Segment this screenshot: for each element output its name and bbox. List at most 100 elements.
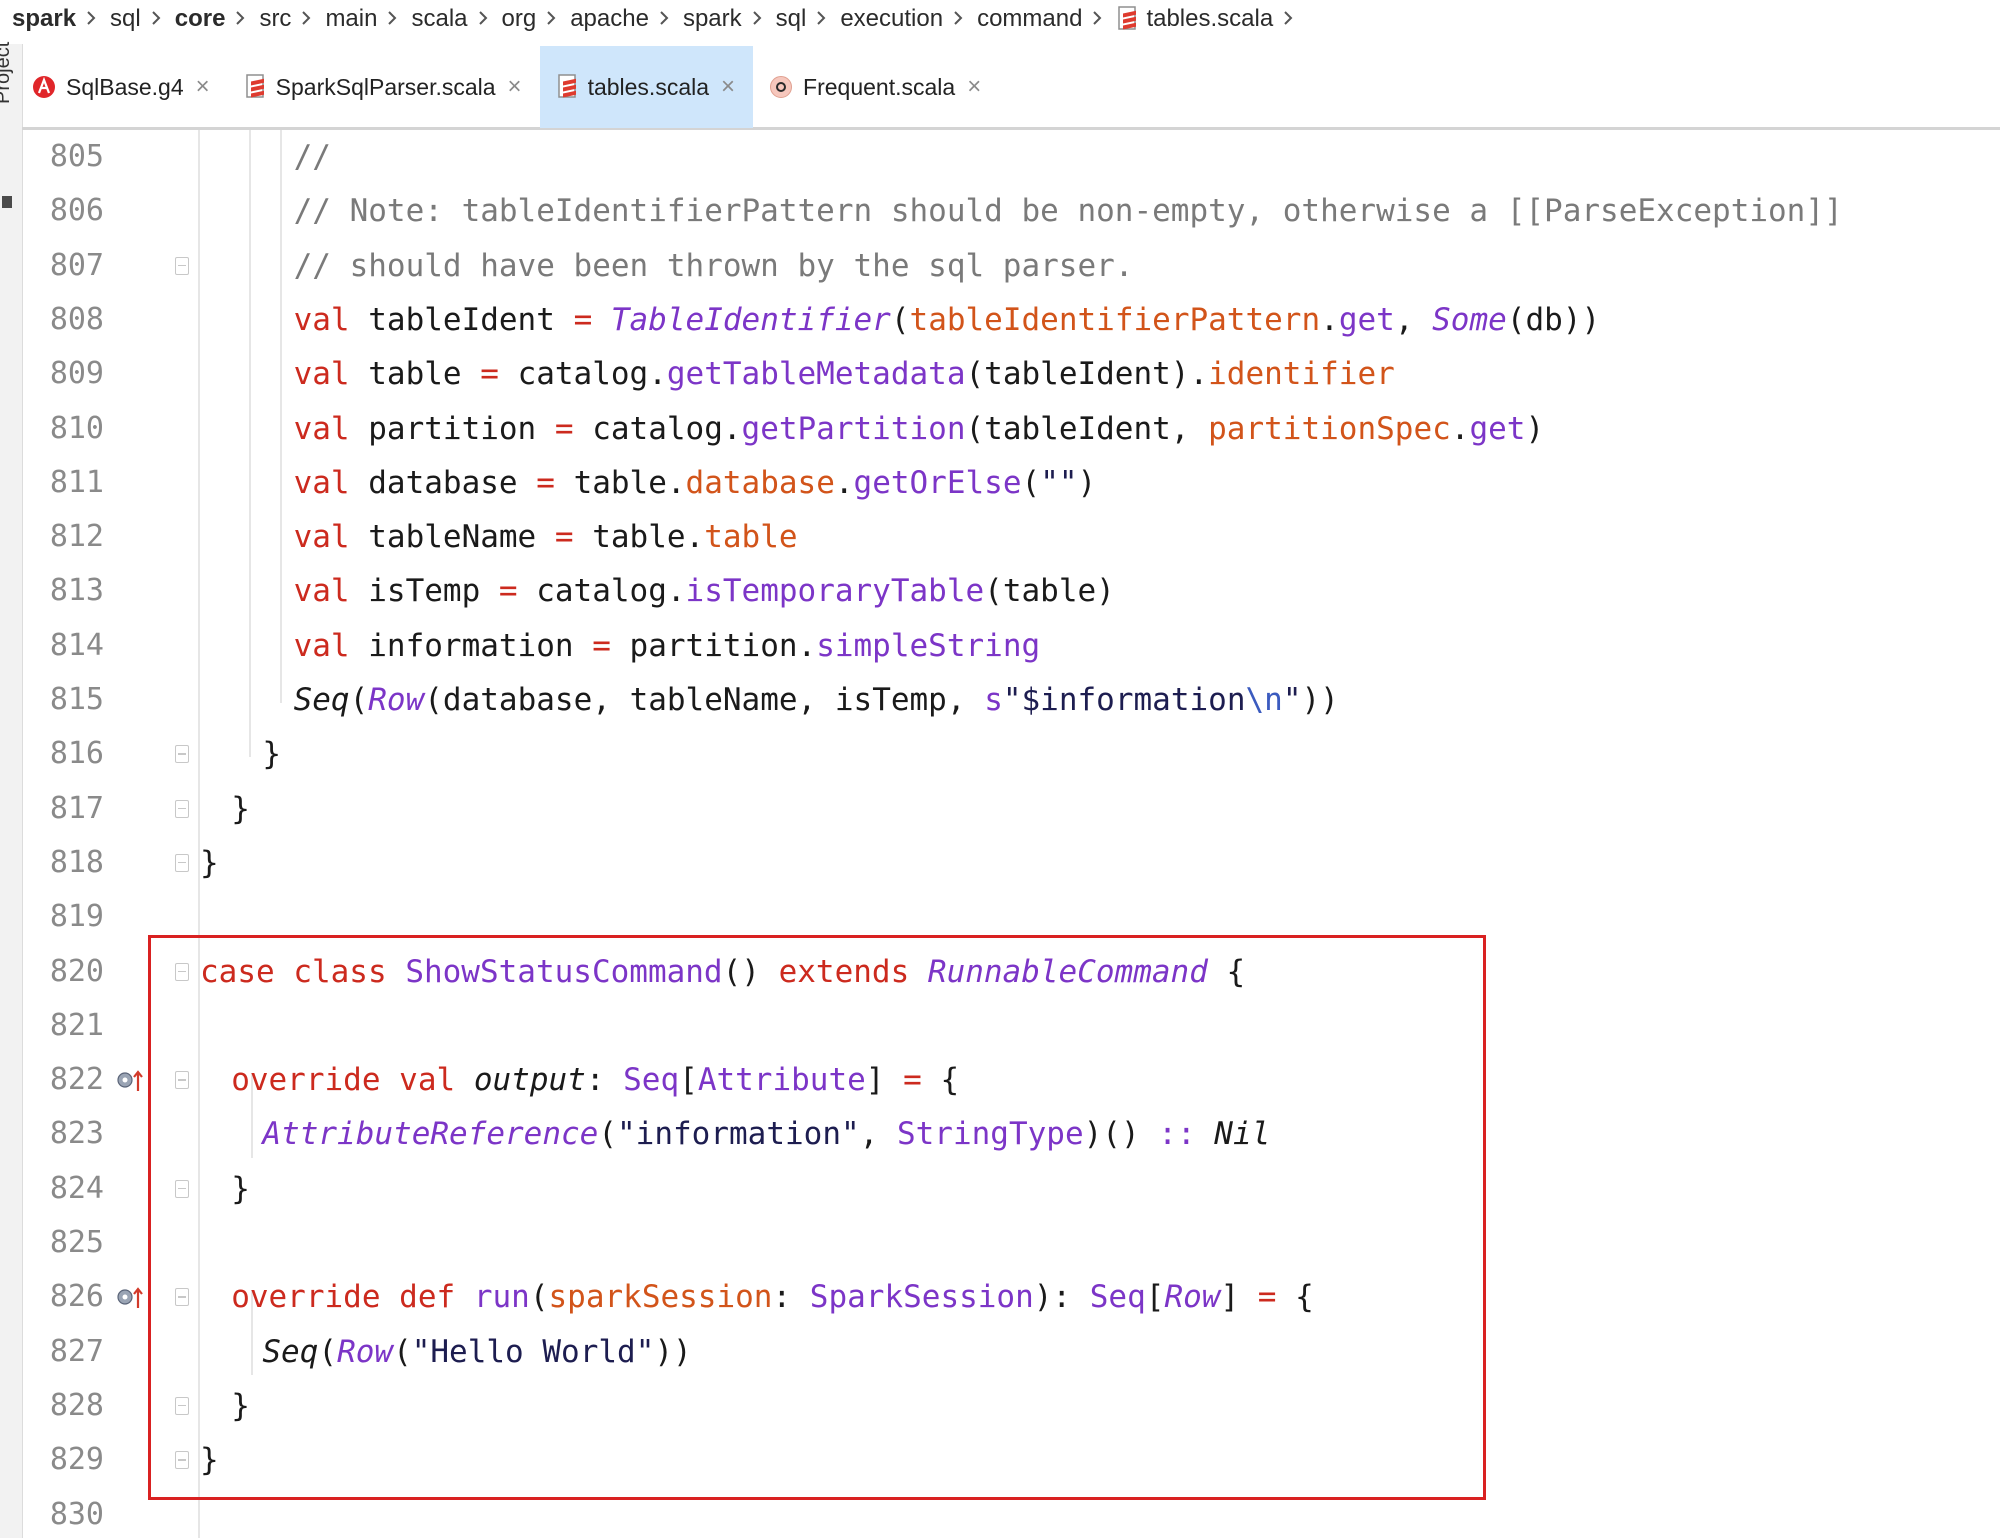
code-line[interactable]: 821 <box>22 999 2000 1053</box>
breadcrumb-label: tables.scala <box>1146 5 1274 32</box>
fold-marker-icon[interactable] <box>175 1179 189 1198</box>
fold-marker-icon[interactable] <box>175 1071 189 1090</box>
line-number: 817 <box>49 790 104 826</box>
tab-label: SparkSqlParser.scala <box>275 73 496 100</box>
code-line[interactable]: 809 val table = catalog.getTableMetadata(… <box>22 347 2000 401</box>
code-token: . <box>834 464 854 501</box>
line-number: 827 <box>49 1333 104 1369</box>
code-line[interactable]: 829} <box>22 1433 2000 1487</box>
code-line[interactable]: 820 case class ShowStatusCommand() extend… <box>22 945 2000 999</box>
code-line[interactable]: 825 <box>22 1216 2000 1270</box>
breadcrumb-label: sql <box>775 5 807 32</box>
code-token: (tableIdent). <box>965 356 1209 393</box>
tab-frequent-scala[interactable]: Frequent.scala × <box>753 46 999 128</box>
breadcrumb-item-core[interactable]: core <box>175 5 226 33</box>
breadcrumb-item-spark[interactable]: spark <box>12 5 76 33</box>
project-tool-label[interactable]: Project <box>0 42 15 104</box>
close-icon[interactable]: × <box>196 73 210 101</box>
code-editor[interactable]: 805 // 806 // Note: tableIdentifierPattern … <box>22 130 2000 1538</box>
code-token: // Note: tableIdentifierPattern should b… <box>293 193 1843 230</box>
breadcrumb-label: core <box>174 5 226 32</box>
code-line[interactable]: 824} <box>22 1162 2000 1216</box>
code-token: = <box>592 627 630 664</box>
code-line[interactable]: 815 Seq(Row(database, tableName, isTemp, … <box>22 673 2000 727</box>
close-icon[interactable]: × <box>721 73 735 101</box>
code-line[interactable]: 806 // Note: tableIdentifierPattern shoul… <box>22 184 2000 238</box>
breadcrumb-item-scala[interactable]: scala <box>411 5 467 33</box>
code-token: // should have been thrown by the sql pa… <box>293 247 1134 284</box>
breadcrumb-label: spark <box>12 5 77 32</box>
project-tool-strip[interactable]: Project <box>0 42 23 1538</box>
close-icon[interactable]: × <box>508 73 522 101</box>
code-token: ( <box>318 1333 338 1370</box>
fold-marker-icon[interactable] <box>175 1288 189 1307</box>
fold-marker-icon[interactable] <box>175 853 189 872</box>
code-token: database <box>368 464 537 501</box>
code-token: Row <box>1164 1279 1221 1316</box>
code-line[interactable]: 807 // should have been thrown by the sql… <box>22 239 2000 293</box>
breadcrumb-item-main[interactable]: main <box>325 5 377 33</box>
code-line[interactable]: 823 AttributeReference("information", Str… <box>22 1107 2000 1161</box>
code-line[interactable]: 817} <box>22 782 2000 836</box>
code-token: sparkSession <box>548 1279 773 1316</box>
breadcrumb-item-command[interactable]: command <box>977 5 1082 33</box>
code-token: Some <box>1432 301 1507 338</box>
breadcrumb-item-sql[interactable]: sql <box>776 5 807 33</box>
code-token: = <box>480 356 518 393</box>
fold-marker-icon[interactable] <box>175 256 189 275</box>
breadcrumb-item-src[interactable]: src <box>259 5 291 33</box>
fold-marker-icon[interactable] <box>175 962 189 981</box>
code-line[interactable]: 818} <box>22 836 2000 890</box>
project-panel-icon[interactable] <box>2 196 12 208</box>
code-line[interactable]: 805 // <box>22 130 2000 184</box>
code-token: catalog. <box>592 410 742 447</box>
code-token: identifier <box>1208 356 1395 393</box>
tab-label: tables.scala <box>587 73 710 100</box>
code-line[interactable]: 828} <box>22 1379 2000 1433</box>
code-token: } <box>231 1387 250 1424</box>
code-token: partition <box>368 410 555 447</box>
code-line[interactable]: 830 <box>22 1488 2000 1538</box>
tab-sqlbase-g4[interactable]: SqlBase.g4 × <box>22 46 228 128</box>
code-line[interactable]: 812 val tableName = table.table <box>22 510 2000 564</box>
override-method-icon[interactable] <box>116 1284 146 1310</box>
code-text: val tableIdent = TableIdentifier(tableId… <box>294 293 1601 347</box>
code-line[interactable]: 808 val tableIdent = TableIdentifier(tabl… <box>22 293 2000 347</box>
breadcrumb-item-tables-scala[interactable]: tables.scala <box>1116 5 1273 33</box>
breadcrumb-item-apache[interactable]: apache <box>570 5 649 33</box>
tab-tables-scala[interactable]: tables.scala × <box>539 46 754 128</box>
code-line[interactable]: 826 override def run(sparkSession: SparkS… <box>22 1270 2000 1324</box>
line-number: 826 <box>49 1279 104 1315</box>
tab-sparksqlparser-scala[interactable]: SparkSqlParser.scala × <box>228 46 540 128</box>
fold-marker-icon[interactable] <box>175 1396 189 1415</box>
code-line[interactable]: 819 <box>22 890 2000 944</box>
code-line[interactable]: 810 val partition = catalog.getPartition(… <box>22 402 2000 456</box>
chevron-right-icon <box>816 6 826 32</box>
code-token: Row <box>368 682 425 718</box>
fold-marker-icon[interactable] <box>175 799 189 818</box>
code-line[interactable]: 827 Seq(Row("Hello World")) <box>22 1325 2000 1379</box>
breadcrumb-item-org[interactable]: org <box>502 5 537 33</box>
breadcrumb-item-sql[interactable]: sql <box>110 5 141 33</box>
breadcrumb-item-spark[interactable]: spark <box>683 5 742 33</box>
code-text: AttributeReference("information", String… <box>262 1107 1270 1161</box>
code-token: isTemporaryTable <box>685 573 985 610</box>
code-line[interactable]: 813 val isTemp = catalog.isTemporaryTable… <box>22 564 2000 618</box>
code-line[interactable]: 814 val information = partition.simpleStr… <box>22 619 2000 673</box>
close-icon[interactable]: × <box>967 73 981 101</box>
code-token: getOrElse <box>853 464 1022 501</box>
code-token: Attribute <box>697 1062 866 1099</box>
line-number: 816 <box>49 736 104 772</box>
breadcrumb-item-execution[interactable]: execution <box>840 5 943 33</box>
line-number: 807 <box>49 247 104 283</box>
scala-file-icon <box>1116 6 1138 32</box>
line-number: 813 <box>49 573 104 609</box>
fold-marker-icon[interactable] <box>175 745 189 764</box>
fold-marker-icon[interactable] <box>175 1451 189 1470</box>
chevron-right-icon <box>151 6 161 32</box>
override-method-icon[interactable] <box>116 1067 146 1093</box>
code-line[interactable]: 816} <box>22 727 2000 781</box>
code-token: )) <box>654 1333 692 1370</box>
code-line[interactable]: 822 override val output: Seq[Attribute] =… <box>22 1053 2000 1107</box>
code-line[interactable]: 811 val database = table.database.getOrEl… <box>22 456 2000 510</box>
